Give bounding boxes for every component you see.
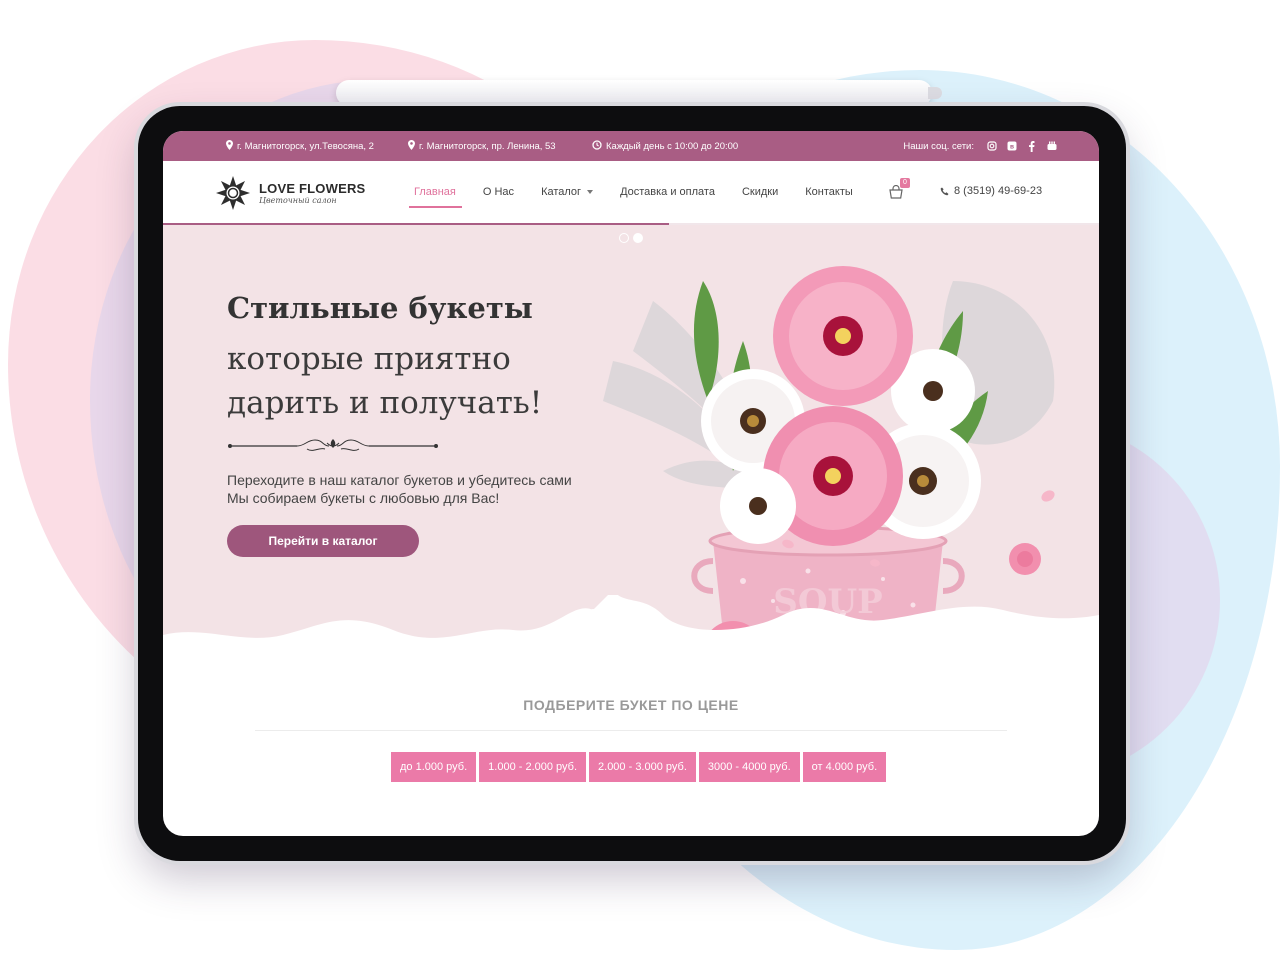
phone-icon	[940, 187, 949, 195]
hero-description-line-2: Мы собираем букеты с любовью для Вас!	[227, 490, 500, 506]
address-1-text: г. Магнитогорск, ул.Тевосяна, 2	[237, 140, 374, 152]
go-to-catalog-button[interactable]: Перейти в каталог	[227, 525, 419, 557]
nav-item-home[interactable]: Главная	[409, 178, 462, 208]
social-label: Наши соц. сети:	[903, 140, 974, 152]
cart-count-badge: 0	[900, 178, 910, 188]
hero-subtitle: которые приятно дарить и получать!	[227, 337, 542, 425]
nav-item-contacts[interactable]: Контакты	[805, 178, 853, 206]
hero-title: Стильные букеты	[227, 291, 533, 325]
clock-icon	[592, 140, 602, 152]
header-phone[interactable]: 8 (3519) 49-69-23	[940, 185, 1042, 197]
main-navigation: Главная О Нас Каталог Доставка и оплата …	[409, 161, 880, 223]
nav-item-catalog[interactable]: Каталог	[541, 178, 594, 206]
instagram-icon[interactable]	[986, 141, 997, 152]
address-2-text: г. Магнитогорск, пр. Ленина, 53	[419, 140, 556, 152]
hero-description-line-1: Переходите в наш каталог букетов и убеди…	[227, 472, 572, 488]
logo-subtitle: Цветочный салон	[259, 196, 337, 205]
social-links: Наши соц. сети: в	[903, 131, 1057, 161]
rose-right	[1009, 543, 1041, 575]
stylus-pencil	[336, 80, 942, 106]
nav-item-discounts[interactable]: Скидки	[742, 178, 778, 206]
svg-text:в: в	[1010, 143, 1014, 150]
price-filter-buttons: до 1.000 руб. 1.000 - 2.000 руб. 2.000 -…	[391, 752, 887, 782]
hero-subtitle-line-2: дарить и получать!	[227, 385, 543, 421]
location-pin-icon	[408, 140, 415, 152]
logo[interactable]: LOVE FLOWERS Цветочный салон	[215, 175, 365, 211]
address-2: г. Магнитогорск, пр. Ленина, 53	[408, 131, 556, 161]
price-filter-button[interactable]: 1.000 - 2.000 руб.	[479, 752, 587, 782]
tablet-frame: г. Магнитогорск, ул.Тевосяна, 2 г. Магни…	[138, 106, 1126, 861]
nav-item-catalog-label: Каталог	[541, 186, 582, 198]
facebook-icon[interactable]	[1026, 140, 1037, 152]
price-filter-button[interactable]: от 4.000 руб.	[802, 752, 887, 782]
price-filter-button[interactable]: до 1.000 руб.	[391, 752, 477, 782]
hero-description: Переходите в наш каталог букетов и убеди…	[227, 471, 572, 507]
chevron-down-icon	[587, 190, 594, 195]
youtube-icon[interactable]	[1046, 141, 1057, 152]
price-filter-button[interactable]: 3000 - 4000 руб.	[698, 752, 800, 782]
phone-number: 8 (3519) 49-69-23	[954, 185, 1043, 197]
logo-flower-icon	[216, 176, 250, 210]
site-header: LOVE FLOWERS Цветочный салон Главная О Н…	[163, 161, 1099, 225]
tablet-screen: г. Магнитогорск, ул.Тевосяна, 2 г. Магни…	[163, 131, 1099, 836]
working-hours-text: Каждый день с 10:00 до 20:00	[606, 140, 739, 152]
ornament-divider	[228, 439, 438, 451]
working-hours: Каждый день с 10:00 до 20:00	[592, 131, 738, 161]
location-pin-icon	[226, 140, 233, 152]
price-section-title: ПОДБЕРИТЕ БУКЕТ ПО ЦЕНЕ	[523, 697, 739, 713]
hero-slider: Стильные букеты которые приятно дарить и…	[163, 225, 1099, 679]
address-1: г. Магнитогорск, ул.Тевосяна, 2	[226, 131, 374, 161]
nav-item-delivery[interactable]: Доставка и оплата	[620, 178, 715, 206]
top-info-bar: г. Магнитогорск, ул.Тевосяна, 2 г. Магни…	[163, 131, 1099, 161]
hero-subtitle-line-1: которые приятно	[227, 341, 511, 377]
gerbera-white-bottom	[720, 468, 796, 544]
price-section-divider	[255, 730, 1007, 731]
gerbera-pink-top	[773, 266, 913, 406]
vk-icon[interactable]: в	[1006, 141, 1017, 152]
white-splash-decoration	[163, 595, 1099, 679]
logo-title: LOVE FLOWERS	[259, 181, 366, 196]
price-filter-button[interactable]: 2.000 - 3.000 руб.	[589, 752, 696, 782]
nav-item-about[interactable]: О Нас	[483, 178, 514, 206]
